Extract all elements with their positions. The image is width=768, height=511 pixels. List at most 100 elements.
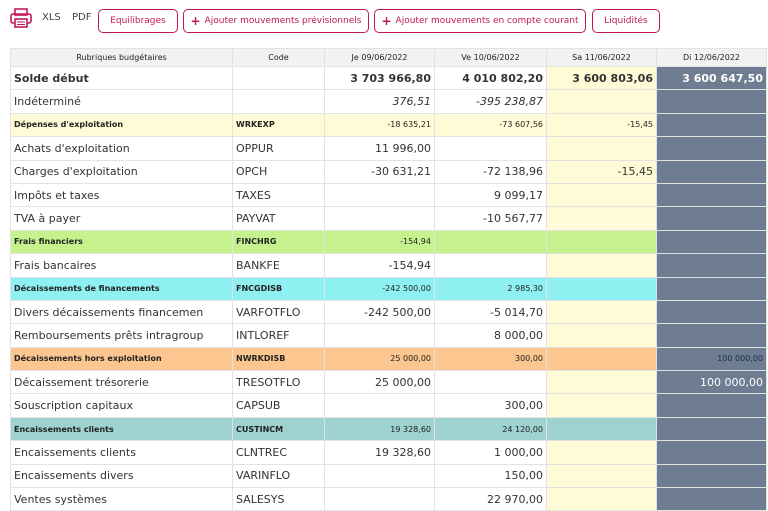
equilibrages-button[interactable]: Equilibrages: [98, 9, 178, 33]
amount-cell-day-2: -5 014,70: [434, 299, 547, 325]
header-day-3[interactable]: Sa 11/06/2022: [546, 48, 657, 67]
amount-cell-day-4: [656, 393, 767, 418]
amount-cell-day-1: [324, 487, 435, 511]
code-cell: CUSTINCM: [232, 416, 325, 442]
code-cell: VARINFLO: [232, 463, 325, 489]
code-cell: WRKEXP: [232, 112, 325, 138]
table-row[interactable]: Encaissements divers VARINFLO 150,00: [10, 463, 767, 489]
amount-cell-day-3: [546, 229, 657, 255]
amount-cell-day-1: -30 631,21: [324, 159, 435, 184]
rubrique-cell: Frais financiers: [10, 229, 233, 255]
liquidites-label: Liquidités: [604, 16, 648, 26]
rubrique-cell: Remboursements prêts intragroup: [10, 323, 233, 348]
header-day-2[interactable]: Ve 10/06/2022: [434, 48, 547, 67]
code-cell: CAPSUB: [232, 393, 325, 418]
amount-cell-day-1: -242 500,00: [324, 276, 435, 301]
amount-cell-day-2: [434, 253, 547, 278]
code-cell: INTLOREF: [232, 323, 325, 348]
amount-cell-day-4: [656, 136, 767, 161]
amount-cell-day-3: -15,45: [546, 112, 657, 138]
table-group-row[interactable]: Encaissements clients CUSTINCM 19 328,60 24…: [10, 416, 767, 442]
table-row[interactable]: Souscription capitaux CAPSUB 300,00: [10, 393, 767, 418]
rubrique-cell: Charges d'exploitation: [10, 159, 233, 184]
amount-cell-day-4: 100 000,00: [656, 346, 767, 372]
amount-cell-day-1: 19 328,60: [324, 440, 435, 465]
amount-cell-day-3: [546, 89, 657, 114]
header-day-4[interactable]: Di 12/06/2022: [656, 48, 767, 67]
liquidites-button[interactable]: Liquidités: [592, 9, 660, 33]
table-row[interactable]: Achats d'exploitation OPPUR 11 996,00: [10, 136, 767, 161]
rubrique-cell: Souscription capitaux: [10, 393, 233, 418]
rubrique-cell: TVA à payer: [10, 206, 233, 231]
table-group-row[interactable]: Dépenses d'exploitation WRKEXP -18 635,21-…: [10, 112, 767, 138]
code-cell: FINCHRG: [232, 229, 325, 255]
amount-cell-day-2: 4 010 802,20: [434, 65, 547, 91]
budget-table: Rubriques budgétaires Code Je 09/06/2022…: [10, 48, 767, 511]
rubrique-cell: Impôts et taxes: [10, 182, 233, 208]
plus-icon: +: [381, 14, 392, 28]
rubrique-cell: Encaissements clients: [10, 416, 233, 442]
table-row[interactable]: Encaissements clients CLNTREC 19 328,60 1 0…: [10, 440, 767, 465]
code-cell: SALESYS: [232, 487, 325, 511]
header-day-1[interactable]: Je 09/06/2022: [324, 48, 435, 67]
table-group-row[interactable]: Décaissements de financements FNCGDISB -24…: [10, 276, 767, 301]
rubrique-cell: Indéterminé: [10, 89, 233, 114]
rubrique-cell: Décaissements hors exploitation: [10, 346, 233, 372]
code-cell: TAXES: [232, 182, 325, 208]
amount-cell-day-1: 19 328,60: [324, 416, 435, 442]
rubrique-cell: Achats d'exploitation: [10, 136, 233, 161]
code-cell: TRESOTFLO: [232, 370, 325, 395]
amount-cell-day-2: [434, 370, 547, 395]
xls-export-link[interactable]: XLS: [42, 12, 61, 23]
amount-cell-day-1: [324, 393, 435, 418]
amount-cell-day-2: 1 000,00: [434, 440, 547, 465]
code-cell: OPPUR: [232, 136, 325, 161]
amount-cell-day-3: [546, 253, 657, 278]
amount-cell-day-1: [324, 463, 435, 489]
table-row[interactable]: Remboursements prêts intragroup INTLOREF 8…: [10, 323, 767, 348]
table-row[interactable]: Indéterminé 376,51 -395 238,87: [10, 89, 767, 114]
amount-cell-day-2: 2 985,30: [434, 276, 547, 301]
table-row[interactable]: Charges d'exploitation OPCH -30 631,21 -72 …: [10, 159, 767, 184]
amount-cell-day-4: [656, 416, 767, 442]
amount-cell-day-4: 3 600 647,50: [656, 65, 767, 91]
table-group-row[interactable]: Décaissements hors exploitation NWRKDISB 2…: [10, 346, 767, 372]
amount-cell-day-4: [656, 182, 767, 208]
table-row[interactable]: Frais bancaires BANKFE -154,94: [10, 253, 767, 278]
table-row[interactable]: Divers décaissements financemen VARFOTFLO…: [10, 299, 767, 325]
amount-cell-day-2: -395 238,87: [434, 89, 547, 114]
amount-cell-day-4: [656, 463, 767, 489]
amount-cell-day-3: [546, 370, 657, 395]
table-row[interactable]: TVA à payer PAYVAT -10 567,77: [10, 206, 767, 231]
code-cell: NWRKDISB: [232, 346, 325, 372]
code-cell: BANKFE: [232, 253, 325, 278]
code-cell: [232, 89, 325, 114]
table-group-row[interactable]: Frais financiers FINCHRG -154,94: [10, 229, 767, 255]
amount-cell-day-3: [546, 463, 657, 489]
table-row[interactable]: Ventes systèmes SALESYS 22 970,00: [10, 487, 767, 511]
amount-cell-day-2: -10 567,77: [434, 206, 547, 231]
plus-icon: +: [190, 14, 201, 28]
table-body: Solde début 3 703 966,80 4 010 802,20 3 600…: [10, 65, 767, 511]
code-cell: [232, 65, 325, 91]
amount-cell-day-1: 25 000,00: [324, 346, 435, 372]
amount-cell-day-2: 300,00: [434, 393, 547, 418]
table-row[interactable]: Solde début 3 703 966,80 4 010 802,20 3 600…: [10, 65, 767, 91]
add-current-account-movements-button[interactable]: + Ajouter mouvements en compte courant: [374, 9, 586, 33]
amount-cell-day-4: [656, 299, 767, 325]
amount-cell-day-1: -154,94: [324, 253, 435, 278]
add-forecast-movements-button[interactable]: + Ajouter mouvements prévisionnels: [183, 9, 369, 33]
amount-cell-day-3: [546, 182, 657, 208]
pdf-export-link[interactable]: PDF: [72, 12, 91, 23]
toolbar: XLS PDF Equilibrages + Ajouter mouvement…: [0, 0, 768, 44]
table-row[interactable]: Impôts et taxes TAXES 9 099,17: [10, 182, 767, 208]
print-icon[interactable]: [10, 8, 32, 28]
amount-cell-day-4: [656, 89, 767, 114]
header-rubriques[interactable]: Rubriques budgétaires: [10, 48, 233, 67]
table-header-row: Rubriques budgétaires Code Je 09/06/2022…: [10, 48, 767, 67]
amount-cell-day-4: [656, 487, 767, 511]
equilibrages-label: Equilibrages: [110, 16, 166, 26]
amount-cell-day-1: [324, 182, 435, 208]
table-row[interactable]: Décaissement trésorerie TRESOTFLO 25 000,0…: [10, 370, 767, 395]
header-code[interactable]: Code: [232, 48, 325, 67]
